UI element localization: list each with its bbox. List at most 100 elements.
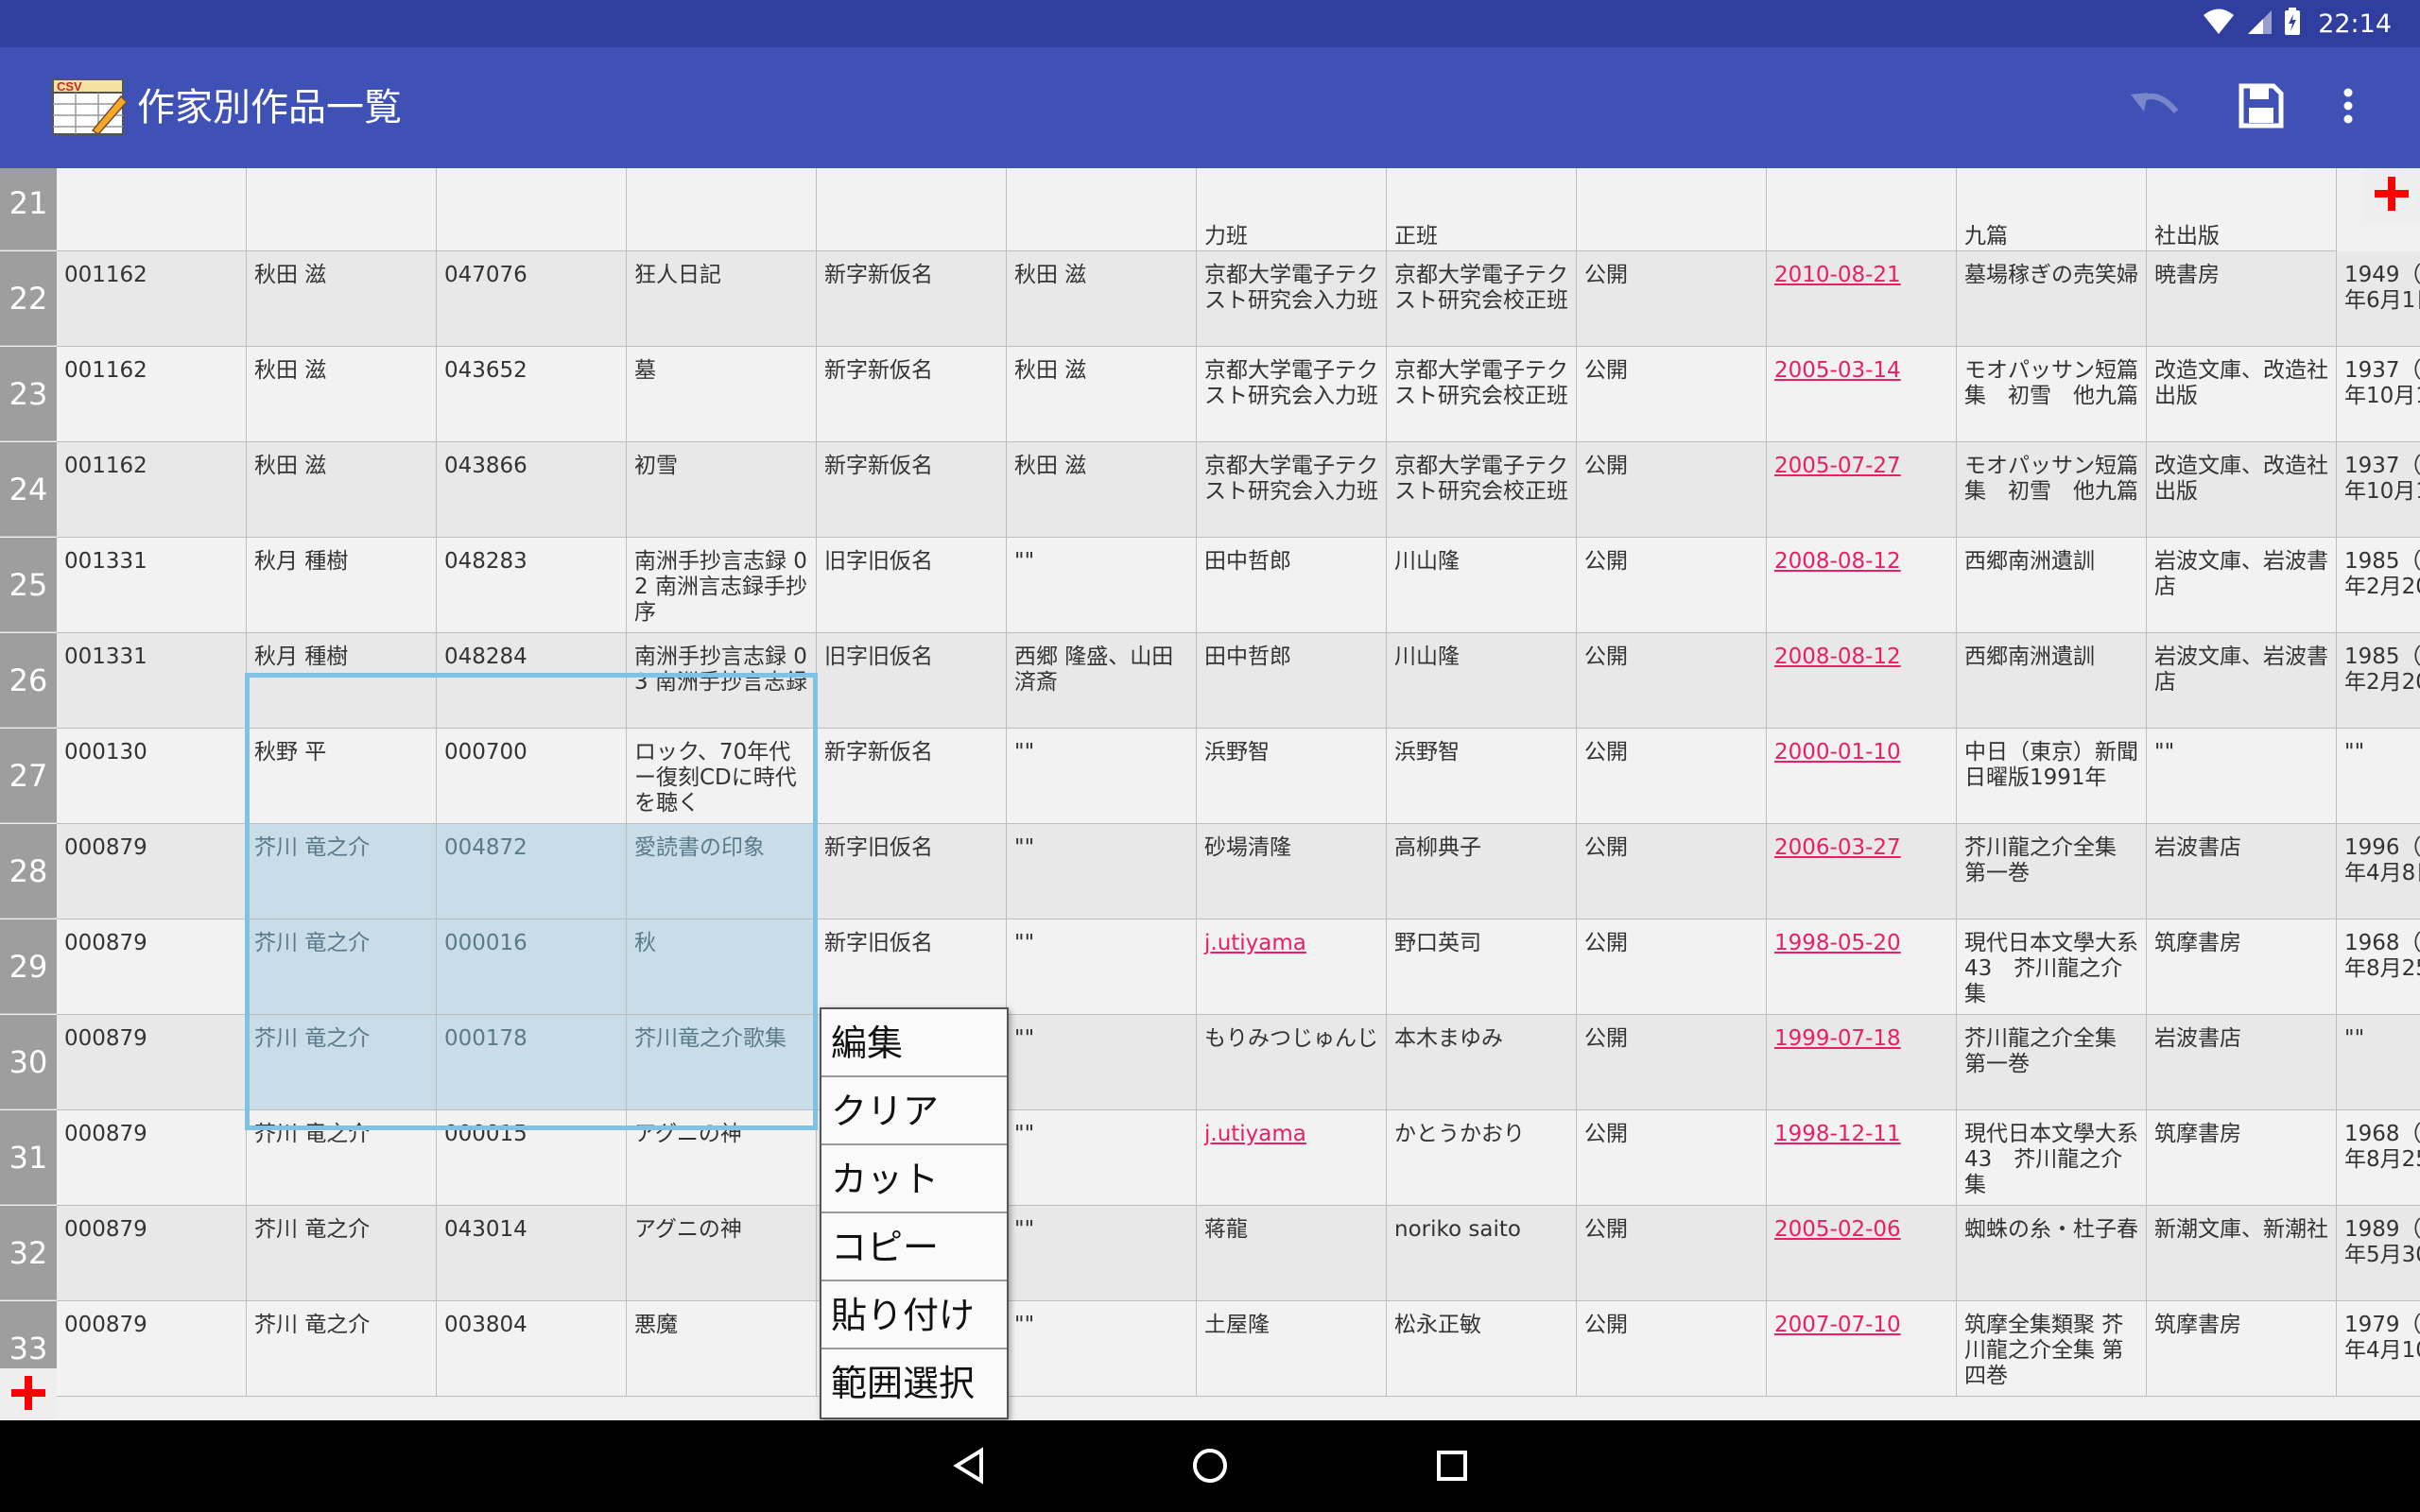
table-cell[interactable]: 1985（昭和60）年2月20日刷	[2337, 538, 2420, 633]
table-cell[interactable]: 旧字旧仮名	[817, 538, 1007, 633]
table-cell[interactable]: 043014	[437, 1206, 627, 1301]
table-cell[interactable]: 秋月 種樹	[247, 538, 437, 633]
table-cell[interactable]	[817, 168, 1007, 251]
table-cell[interactable]: 新字新仮名	[817, 442, 1007, 538]
table-cell[interactable]: 野口英司	[1387, 919, 1577, 1015]
table-cell[interactable]: 芥川竜之介歌集	[627, 1015, 817, 1110]
table-cell[interactable]: 新字新仮名	[817, 729, 1007, 824]
table-cell[interactable]: ""	[2337, 1015, 2420, 1110]
table-cell[interactable]: 001162	[57, 251, 247, 347]
table-cell[interactable]: 秋田 滋	[1007, 251, 1197, 347]
row-number[interactable]: 32	[0, 1206, 57, 1300]
table-cell[interactable]: 001331	[57, 633, 247, 729]
table-cell[interactable]: 新字新仮名	[817, 251, 1007, 347]
table-cell[interactable]: 筑摩書房	[2147, 1110, 2337, 1206]
table-cell[interactable]: 土屋隆	[1197, 1301, 1387, 1397]
spreadsheet-grid[interactable]: 1 2 3 4 5 6 7 8 9 10 11 12 21力班正班九篇社出版22…	[0, 168, 2420, 1420]
table-cell[interactable]: 狂人日記	[627, 251, 817, 347]
table-cell[interactable]: 墓場稼ぎの売笑婦	[1957, 251, 2147, 347]
table-cell[interactable]: 1996（平成8）年4月8日	[2337, 824, 2420, 919]
table-cell[interactable]: 004872	[437, 824, 627, 919]
table-cell[interactable]: 芥川 竜之介	[247, 1015, 437, 1110]
table-cell[interactable]: 松永正敏	[1387, 1301, 1577, 1397]
table-cell[interactable]: 悪魔	[627, 1301, 817, 1397]
table-cell[interactable]: 岩波文庫、岩波書店	[2147, 538, 2337, 633]
table-cell[interactable]: アグニの神	[627, 1110, 817, 1206]
table-cell[interactable]: 新潮文庫、新潮社	[2147, 1206, 2337, 1301]
table-cell[interactable]: 1989（平成元）年5月30	[2337, 1206, 2420, 1301]
table-cell[interactable]: 047076	[437, 251, 627, 347]
table-cell[interactable]: 正班	[1387, 168, 1577, 251]
table-cell[interactable]: 現代日本文學大系 43 芥川龍之介集	[1957, 1110, 2147, 1206]
table-cell[interactable]: もりみつじゅんじ	[1197, 1015, 1387, 1110]
table-cell[interactable]: 川山隆	[1387, 633, 1577, 729]
menu-item-cut[interactable]: カット	[821, 1145, 1007, 1213]
menu-item-clear[interactable]: クリア	[821, 1077, 1007, 1145]
table-cell[interactable]: 043866	[437, 442, 627, 538]
table-cell[interactable]: 芥川龍之介全集 第一巻	[1957, 824, 2147, 919]
menu-item-edit[interactable]: 編集	[821, 1009, 1007, 1077]
table-cell[interactable]: 芥川 竜之介	[247, 824, 437, 919]
table-cell[interactable]: 公開	[1577, 1110, 1767, 1206]
table-cell[interactable]: 公開	[1577, 1301, 1767, 1397]
table-cell[interactable]: 墓	[627, 347, 817, 442]
table-cell[interactable]: 暁書房	[2147, 251, 2337, 347]
table-cell[interactable]: 001162	[57, 442, 247, 538]
table-cell[interactable]: 000879	[57, 1206, 247, 1301]
table-cell[interactable]: 1968（昭和43）年8月25日1刷	[2337, 1110, 2420, 1206]
table-cell[interactable]: 1985（昭和60）年2月20日刷	[2337, 633, 2420, 729]
table-cell[interactable]	[1007, 168, 1197, 251]
table-cell[interactable]: 000879	[57, 824, 247, 919]
table-cell[interactable]: ""	[1007, 824, 1197, 919]
table-cell[interactable]: 旧字旧仮名	[817, 633, 1007, 729]
table-cell[interactable]: 京都大学電子テクスト研究会入力班	[1197, 251, 1387, 347]
table-cell[interactable]: 川山隆	[1387, 538, 1577, 633]
table-cell[interactable]: 田中哲郎	[1197, 633, 1387, 729]
table-cell[interactable]: 岩波文庫、岩波書店	[2147, 633, 2337, 729]
add-row-button[interactable]	[0, 1368, 57, 1420]
table-cell[interactable]: 岩波書店	[2147, 1015, 2337, 1110]
table-cell[interactable]: 000130	[57, 729, 247, 824]
table-cell[interactable]: モオパッサン短篇集 初雪 他九篇	[1957, 347, 2147, 442]
table-cell[interactable]: 芥川 竜之介	[247, 1110, 437, 1206]
table-cell[interactable]: 社出版	[2147, 168, 2337, 251]
table-cell[interactable]: 浜野智	[1197, 729, 1387, 824]
table-cell[interactable]: 芥川 竜之介	[247, 1206, 437, 1301]
table-cell[interactable]: ""	[1007, 1301, 1197, 1397]
save-button[interactable]	[2233, 79, 2290, 136]
table-cell[interactable]: j.utiyama	[1197, 919, 1387, 1015]
row-number[interactable]: 22	[0, 251, 57, 346]
table-cell[interactable]: 改造文庫、改造社出版	[2147, 442, 2337, 538]
table-cell[interactable]	[1767, 168, 1957, 251]
table-cell[interactable]: 京都大学電子テクスト研究会校正班	[1387, 251, 1577, 347]
table-cell[interactable]: 秋野 平	[247, 729, 437, 824]
table-cell[interactable]: モオパッサン短篇集 初雪 他九篇	[1957, 442, 2147, 538]
table-cell[interactable]: 1937（昭和12）年10月1	[2337, 442, 2420, 538]
table-cell[interactable]: 南洲手抄言志録 02 南洲言志録手抄序	[627, 538, 817, 633]
table-cell[interactable]: 芥川龍之介全集 第一巻	[1957, 1015, 2147, 1110]
table-cell[interactable]: 1998-05-20	[1767, 919, 1957, 1015]
table-cell[interactable]: 京都大学電子テクスト研究会入力班	[1197, 347, 1387, 442]
table-cell[interactable]: 蒋龍	[1197, 1206, 1387, 1301]
table-cell[interactable]: ""	[2147, 729, 2337, 824]
table-cell[interactable]: 2005-03-14	[1767, 347, 1957, 442]
table-cell[interactable]: 新字新仮名	[817, 347, 1007, 442]
table-cell[interactable]: アグニの神	[627, 1206, 817, 1301]
table-cell[interactable]: 048283	[437, 538, 627, 633]
row-number[interactable]: 24	[0, 442, 57, 537]
table-cell[interactable]: ""	[1007, 538, 1197, 633]
back-button[interactable]	[940, 1439, 996, 1496]
table-cell[interactable]: noriko saito	[1387, 1206, 1577, 1301]
row-number[interactable]: 25	[0, 538, 57, 632]
table-cell[interactable]: 新字旧仮名	[817, 919, 1007, 1015]
table-cell[interactable]: 2008-08-12	[1767, 633, 1957, 729]
recents-button[interactable]	[1424, 1439, 1480, 1496]
row-number[interactable]: 26	[0, 633, 57, 728]
table-cell[interactable]	[247, 168, 437, 251]
table-cell[interactable]: ""	[2337, 729, 2420, 824]
table-cell[interactable]	[57, 168, 247, 251]
table-cell[interactable]: 秋	[627, 919, 817, 1015]
table-cell[interactable]: 芥川 竜之介	[247, 919, 437, 1015]
table-cell[interactable]: 初雪	[627, 442, 817, 538]
table-cell[interactable]: ""	[1007, 1110, 1197, 1206]
